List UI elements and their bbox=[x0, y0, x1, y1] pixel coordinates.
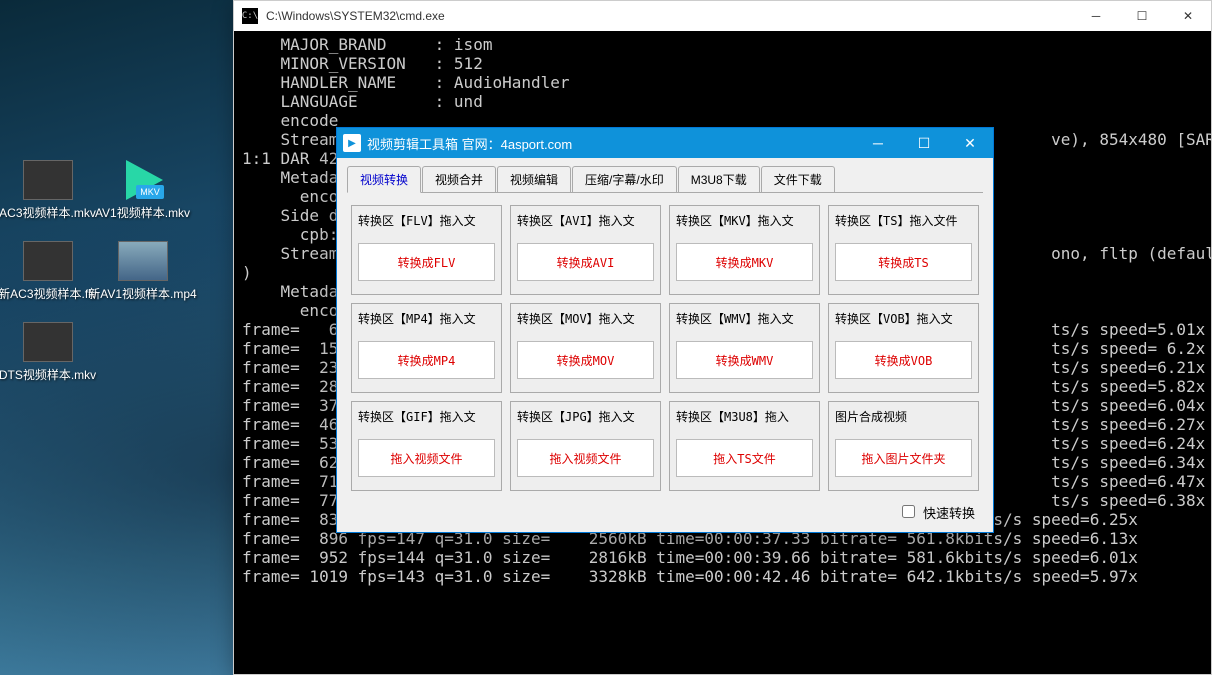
maximize-button[interactable]: ☐ bbox=[901, 128, 947, 158]
convert-cell-wmv[interactable]: 转换区【WMV】拖入文 转换成WMV bbox=[669, 303, 820, 393]
convert-cell-mp4[interactable]: 转换区【MP4】拖入文 转换成MP4 bbox=[351, 303, 502, 393]
fast-convert-text: 快速转换 bbox=[923, 506, 975, 521]
fast-convert-checkbox[interactable] bbox=[902, 505, 915, 518]
convert-cell-vob[interactable]: 转换区【VOB】拖入文 转换成VOB bbox=[828, 303, 979, 393]
close-button[interactable]: ✕ bbox=[1165, 1, 1211, 31]
cmd-title: C:\Windows\SYSTEM32\cmd.exe bbox=[266, 9, 445, 23]
desktop-icon-dts-mkv[interactable]: DTS视频样本.mkv bbox=[10, 322, 85, 383]
cell-label: 图片合成视频 bbox=[835, 408, 972, 425]
cell-label: 转换区【GIF】拖入文 bbox=[358, 408, 495, 425]
convert-button-wmv[interactable]: 转换成WMV bbox=[676, 341, 813, 379]
convert-button-m3u8[interactable]: 拖入TS文件 bbox=[676, 439, 813, 477]
convert-cell-ts[interactable]: 转换区【TS】拖入文件 转换成TS bbox=[828, 205, 979, 295]
app-icon: ▶ bbox=[343, 134, 361, 152]
desktop-icon-new-av1-mp4[interactable]: 新AV1视频样本.mp4 bbox=[105, 241, 180, 302]
convert-button-mp4[interactable]: 转换成MP4 bbox=[358, 341, 495, 379]
convert-button-mkv[interactable]: 转换成MKV bbox=[676, 243, 813, 281]
cell-label: 转换区【WMV】拖入文 bbox=[676, 310, 813, 327]
convert-cell-m3u8[interactable]: 转换区【M3U8】拖入 拖入TS文件 bbox=[669, 401, 820, 491]
cell-label: 转换区【MKV】拖入文 bbox=[676, 212, 813, 229]
convert-button-jpg[interactable]: 拖入视频文件 bbox=[517, 439, 654, 477]
convert-button-ts[interactable]: 转换成TS bbox=[835, 243, 972, 281]
icon-label: DTS视频样本.mkv bbox=[0, 366, 96, 383]
maximize-button[interactable]: ☐ bbox=[1119, 1, 1165, 31]
tab-m3u8-download[interactable]: M3U8下载 bbox=[678, 166, 760, 192]
app-titlebar[interactable]: ▶ 视频剪辑工具箱 官网：4asport.com ─ ☐ ✕ bbox=[337, 128, 993, 158]
desktop-icon-av1-mkv[interactable]: MKV AV1视频样本.mkv bbox=[105, 160, 180, 221]
cell-label: 转换区【FLV】拖入文 bbox=[358, 212, 495, 229]
tab-video-convert[interactable]: 视频转换 bbox=[347, 166, 421, 193]
video-thumb-icon bbox=[118, 241, 168, 281]
svg-text:MKV: MKV bbox=[140, 187, 160, 197]
convert-button-image-merge[interactable]: 拖入图片文件夹 bbox=[835, 439, 972, 477]
convert-cell-jpg[interactable]: 转换区【JPG】拖入文 拖入视频文件 bbox=[510, 401, 661, 491]
cell-label: 转换区【TS】拖入文件 bbox=[835, 212, 972, 229]
fast-convert-option: 快速转换 bbox=[337, 503, 993, 530]
video-toolbox-window: ▶ 视频剪辑工具箱 官网：4asport.com ─ ☐ ✕ 视频转换 视频合并… bbox=[336, 127, 994, 533]
minimize-button[interactable]: ─ bbox=[855, 128, 901, 158]
tab-video-merge[interactable]: 视频合并 bbox=[422, 166, 496, 192]
convert-cell-flv[interactable]: 转换区【FLV】拖入文 转换成FLV bbox=[351, 205, 502, 295]
convert-cell-avi[interactable]: 转换区【AVI】拖入文 转换成AVI bbox=[510, 205, 661, 295]
close-button[interactable]: ✕ bbox=[947, 128, 993, 158]
convert-button-gif[interactable]: 拖入视频文件 bbox=[358, 439, 495, 477]
icon-label: AC3视频样本.mkv bbox=[0, 204, 96, 221]
cell-label: 转换区【MP4】拖入文 bbox=[358, 310, 495, 327]
cmd-icon: C:\ bbox=[242, 8, 258, 24]
cell-label: 转换区【JPG】拖入文 bbox=[517, 408, 654, 425]
tab-file-download[interactable]: 文件下载 bbox=[761, 166, 835, 192]
video-thumb-icon bbox=[23, 241, 73, 281]
cell-label: 转换区【MOV】拖入文 bbox=[517, 310, 654, 327]
desktop-icon-ac3-mkv[interactable]: AC3视频样本.mkv bbox=[10, 160, 85, 221]
convert-button-flv[interactable]: 转换成FLV bbox=[358, 243, 495, 281]
icon-label: 新AC3视频样本.flv bbox=[0, 285, 97, 302]
convert-grid: 转换区【FLV】拖入文 转换成FLV 转换区【AVI】拖入文 转换成AVI 转换… bbox=[337, 193, 993, 503]
video-thumb-icon bbox=[23, 322, 73, 362]
video-thumb-icon bbox=[23, 160, 73, 200]
desktop-icons-area: AC3视频样本.mkv MKV AV1视频样本.mkv 新AC3视频样本.flv… bbox=[10, 160, 180, 383]
cell-label: 转换区【AVI】拖入文 bbox=[517, 212, 654, 229]
convert-cell-gif[interactable]: 转换区【GIF】拖入文 拖入视频文件 bbox=[351, 401, 502, 491]
tab-compress[interactable]: 压缩/字幕/水印 bbox=[572, 166, 677, 192]
tab-bar: 视频转换 视频合并 视频编辑 压缩/字幕/水印 M3U8下载 文件下载 bbox=[337, 158, 993, 192]
cmd-titlebar[interactable]: C:\ C:\Windows\SYSTEM32\cmd.exe ─ ☐ ✕ bbox=[234, 1, 1211, 31]
convert-cell-image-merge[interactable]: 图片合成视频 拖入图片文件夹 bbox=[828, 401, 979, 491]
convert-button-vob[interactable]: 转换成VOB bbox=[835, 341, 972, 379]
cell-label: 转换区【VOB】拖入文 bbox=[835, 310, 972, 327]
app-title: 视频剪辑工具箱 官网：4asport.com bbox=[367, 134, 572, 153]
tab-video-edit[interactable]: 视频编辑 bbox=[497, 166, 571, 192]
convert-cell-mov[interactable]: 转换区【MOV】拖入文 转换成MOV bbox=[510, 303, 661, 393]
mkv-play-icon: MKV bbox=[118, 160, 168, 200]
desktop-icon-new-ac3-flv[interactable]: 新AC3视频样本.flv bbox=[10, 241, 85, 302]
convert-cell-mkv[interactable]: 转换区【MKV】拖入文 转换成MKV bbox=[669, 205, 820, 295]
icon-label: 新AV1视频样本.mp4 bbox=[88, 285, 196, 302]
fast-convert-label[interactable]: 快速转换 bbox=[902, 506, 975, 521]
convert-button-avi[interactable]: 转换成AVI bbox=[517, 243, 654, 281]
cell-label: 转换区【M3U8】拖入 bbox=[676, 408, 813, 425]
convert-button-mov[interactable]: 转换成MOV bbox=[517, 341, 654, 379]
icon-label: AV1视频样本.mkv bbox=[95, 204, 190, 221]
minimize-button[interactable]: ─ bbox=[1073, 1, 1119, 31]
